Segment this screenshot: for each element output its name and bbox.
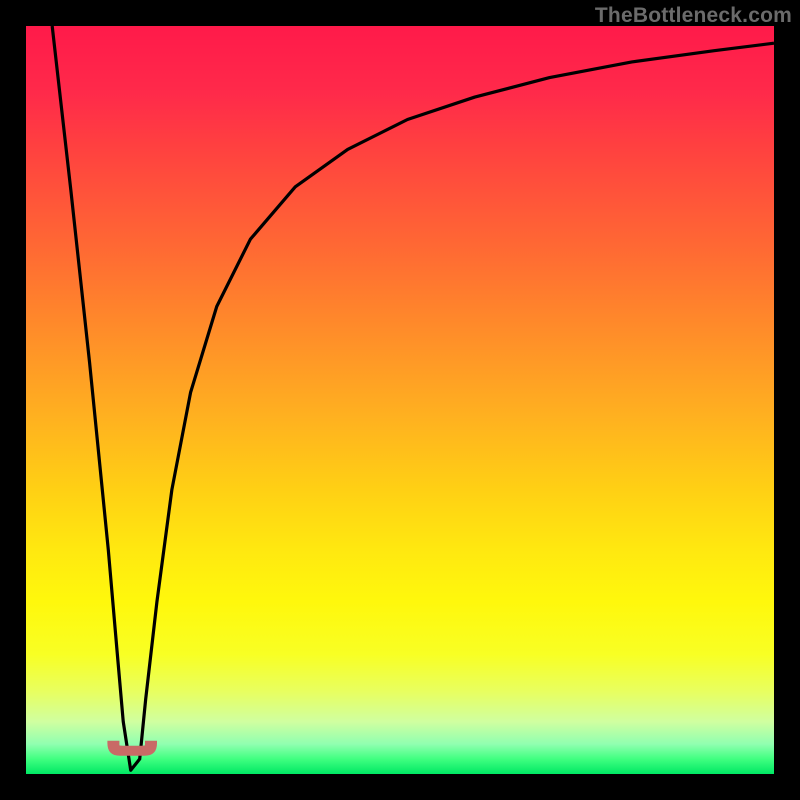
- plot-background-gradient: [26, 26, 774, 774]
- watermark-label: TheBottleneck.com: [595, 4, 792, 28]
- chart-frame: TheBottleneck.com: [0, 0, 800, 800]
